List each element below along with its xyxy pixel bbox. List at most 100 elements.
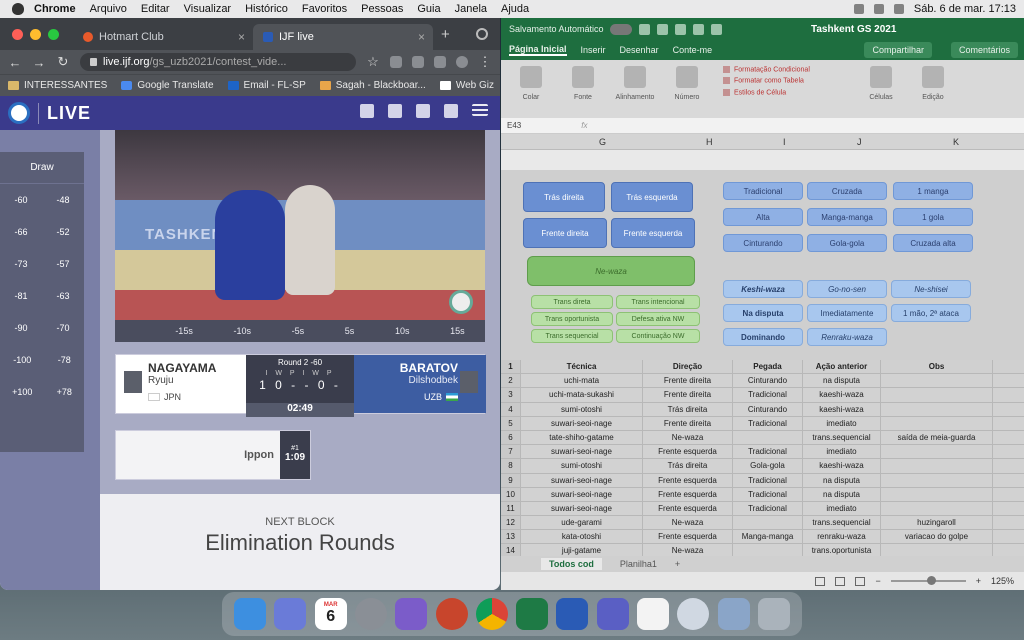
menu-janela[interactable]: Janela <box>455 3 487 15</box>
forward-icon[interactable]: → <box>32 55 46 70</box>
table-cell[interactable]: Frente direita <box>643 416 733 430</box>
normal-view-icon[interactable] <box>815 576 826 586</box>
shape-gola-gola[interactable]: Gola-gola <box>807 234 887 252</box>
conditional-format-button[interactable]: Formatação Condicional <box>723 66 853 73</box>
table-cell[interactable]: saída de meia-guarda <box>881 430 993 445</box>
shape-defesa-ativa[interactable]: Defesa ativa NW <box>616 312 700 326</box>
table-cell[interactable] <box>881 374 993 388</box>
fx-icon[interactable]: fx <box>581 121 587 130</box>
list-icon[interactable] <box>388 104 402 118</box>
table-cell[interactable]: trans.sequencial <box>803 430 881 445</box>
weight-women[interactable]: +78 <box>57 387 72 397</box>
video-icon[interactable] <box>360 104 374 118</box>
table-cell[interactable]: kaeshi-waza <box>803 388 881 402</box>
result-card[interactable]: Ippon #1 1:09 <box>115 430 311 480</box>
redo-icon[interactable] <box>692 23 704 35</box>
menu-ajuda[interactable]: Ajuda <box>501 3 529 15</box>
hamburger-menu-icon[interactable] <box>472 104 488 116</box>
row-number[interactable]: 9 <box>501 473 521 487</box>
preview-icon[interactable] <box>717 598 750 630</box>
cell-styles-button[interactable]: Estilos de Célula <box>723 89 853 96</box>
table-cell[interactable] <box>881 416 993 430</box>
menu-app[interactable]: Chrome <box>34 3 76 15</box>
bookmark-web-giz[interactable]: Web Giz <box>439 80 494 91</box>
trophy-icon[interactable] <box>416 104 430 118</box>
table-cell[interactable]: Cinturando <box>733 402 803 416</box>
bookmark-folder[interactable]: INTERESSANTES <box>8 80 107 91</box>
shape-1-manga[interactable]: 1 manga <box>893 182 973 200</box>
chrome-icon[interactable] <box>475 598 508 630</box>
wifi-icon[interactable] <box>853 4 864 14</box>
page-break-icon[interactable] <box>855 576 866 586</box>
add-sheet-button[interactable]: + <box>675 559 680 569</box>
home-icon[interactable] <box>638 23 650 35</box>
worksheet-grid[interactable]: Trás direita Trás esquerda Frente direit… <box>501 170 1024 573</box>
reload-icon[interactable]: ↻ <box>56 54 70 70</box>
shape-tras-esquerda[interactable]: Trás esquerda <box>611 182 693 212</box>
share-button[interactable]: Compartilhar <box>864 42 932 58</box>
table-cell[interactable] <box>881 402 993 416</box>
weight-men[interactable]: -66 <box>14 227 27 237</box>
tab-pagina-inicial[interactable]: Página Inicial <box>509 44 567 56</box>
table-cell[interactable]: kata-otoshi <box>521 530 643 544</box>
weight-women[interactable]: -63 <box>56 291 69 301</box>
save-icon[interactable] <box>656 23 668 35</box>
table-cell[interactable]: trans.sequencial <box>803 516 881 530</box>
seek-button[interactable]: -5s <box>292 326 305 336</box>
table-cell[interactable]: suwari-seoi-nage <box>521 501 643 516</box>
row-number[interactable]: 5 <box>501 416 521 430</box>
puzzle-icon[interactable] <box>434 56 446 68</box>
paste-group[interactable]: Colar <box>507 66 555 101</box>
shape-dominando[interactable]: Dominando <box>723 328 803 346</box>
format-table-button[interactable]: Formatar como Tabela <box>723 77 853 85</box>
table-cell[interactable]: Tradicional <box>733 473 803 487</box>
table-cell[interactable]: imediato <box>803 416 881 430</box>
name-box[interactable]: E43 <box>507 121 521 130</box>
shape-imediatamente[interactable]: Imediatamente <box>807 304 887 322</box>
page-layout-icon[interactable] <box>835 576 846 586</box>
table-cell[interactable]: Frente esquerda <box>643 473 733 487</box>
zoom-slider[interactable] <box>890 576 966 585</box>
bracket-icon[interactable] <box>444 104 458 118</box>
table-cell[interactable] <box>733 516 803 530</box>
bookmark-google-translate[interactable]: Google Translate <box>121 80 214 91</box>
row-number[interactable]: 11 <box>501 501 521 516</box>
table-cell[interactable]: Manga-manga <box>733 530 803 544</box>
row-number[interactable]: 13 <box>501 530 521 544</box>
shape-trans-intencional[interactable]: Trans intencional <box>616 295 700 309</box>
address-bar[interactable]: live.ijf.org/gs_uzb2021/contest_vide... <box>80 53 356 71</box>
lock-icon[interactable] <box>90 58 97 66</box>
table-cell[interactable]: Ne-waza <box>643 516 733 530</box>
menu-favoritos[interactable]: Favoritos <box>302 3 347 15</box>
table-cell[interactable]: Tradicional <box>733 416 803 430</box>
weight-women[interactable]: -48 <box>56 195 69 205</box>
shape-tras-direita[interactable]: Trás direita <box>523 182 605 212</box>
table-cell[interactable]: Frente direita <box>643 388 733 402</box>
autosave-toggle[interactable] <box>609 23 632 35</box>
row-number[interactable]: 7 <box>501 445 521 459</box>
shape-cruzada[interactable]: Cruzada <box>807 182 887 200</box>
weight-men[interactable]: -73 <box>14 259 27 269</box>
shape-ne-shisei[interactable]: Ne-shisei <box>891 280 971 298</box>
sheet-tab-todos-cod[interactable]: Todos cod <box>541 558 602 570</box>
column-header[interactable]: H <box>706 137 713 147</box>
search-icon[interactable] <box>893 4 904 14</box>
excel-icon[interactable] <box>516 598 549 630</box>
table-cell[interactable]: Frente esquerda <box>643 530 733 544</box>
shape-continuacao-nw[interactable]: Continuação NW <box>616 329 700 343</box>
table-cell[interactable]: kaeshi-waza <box>803 459 881 473</box>
table-cell[interactable]: Frente esquerda <box>643 445 733 459</box>
bookmark-star-icon[interactable]: ☆ <box>366 54 380 70</box>
back-icon[interactable]: ← <box>8 55 22 70</box>
seek-button[interactable]: -15s <box>175 326 193 336</box>
table-cell[interactable]: sumi-otoshi <box>521 402 643 416</box>
seek-button[interactable]: -10s <box>233 326 251 336</box>
weight-men[interactable]: -60 <box>14 195 27 205</box>
table-cell[interactable]: Frente direita <box>643 374 733 388</box>
row-number[interactable]: 6 <box>501 430 521 445</box>
table-cell[interactable]: suwari-seoi-nage <box>521 473 643 487</box>
menu-historico[interactable]: Histórico <box>245 3 288 15</box>
column-header[interactable]: J <box>857 137 862 147</box>
word-icon[interactable] <box>556 598 589 630</box>
zoom-out-button[interactable]: − <box>875 576 880 586</box>
